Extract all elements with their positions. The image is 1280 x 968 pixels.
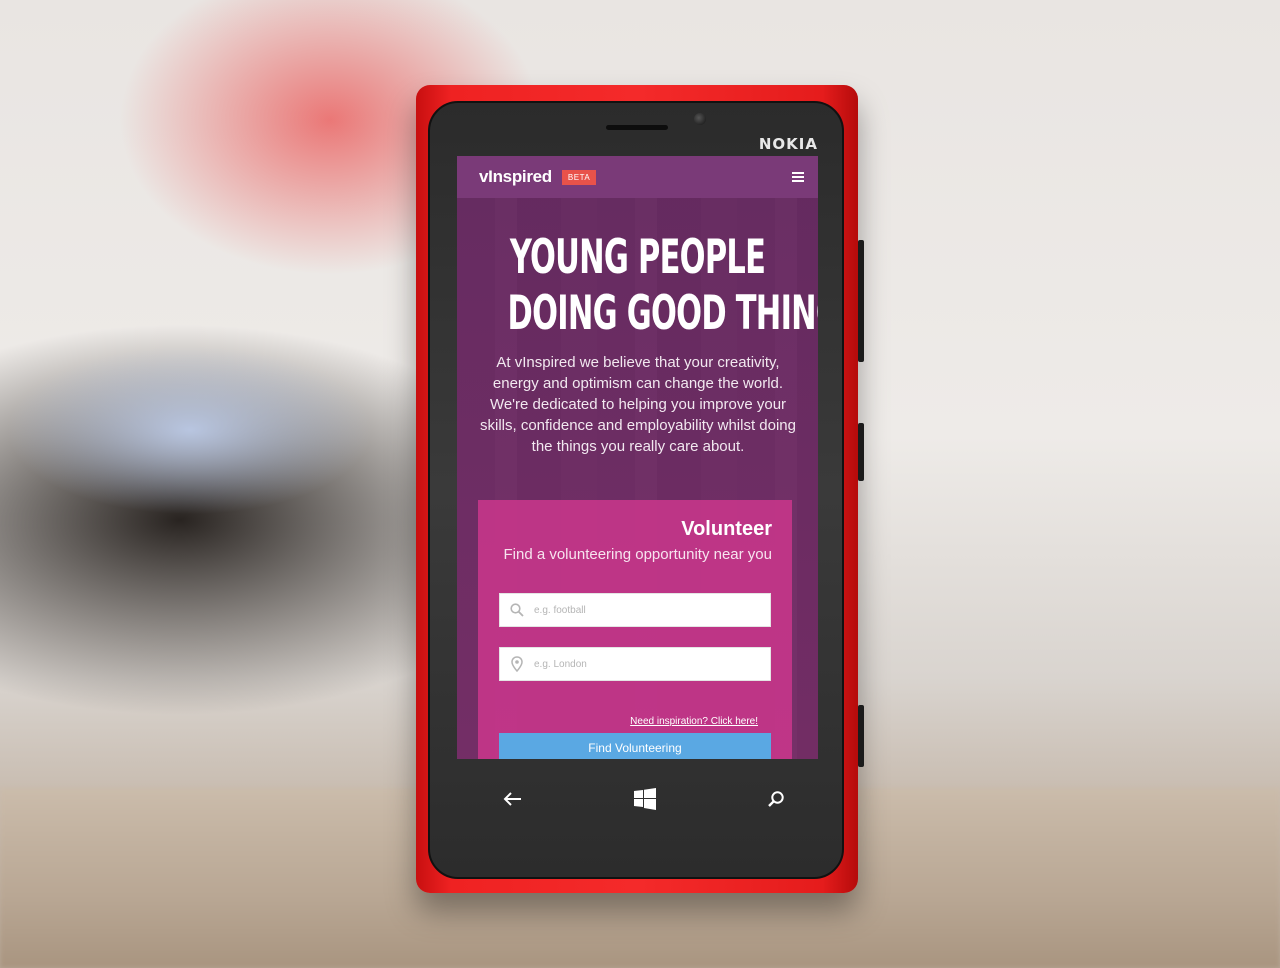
search-icon[interactable] (764, 787, 788, 811)
beta-badge: BETA (561, 169, 597, 185)
phone-navigation-bar (457, 769, 818, 829)
phone-bezel: NOKIA vInspired BETA YOUNG PEOPLE DOING … (428, 101, 844, 879)
site-header: vInspired BETA (457, 156, 818, 198)
activity-search-field[interactable] (499, 593, 771, 627)
volume-button (858, 240, 864, 362)
power-button (858, 423, 864, 481)
hero-title-line-1: YOUNG PEOPLE (509, 230, 766, 285)
hero-description: At vInspired we believe that your creati… (480, 354, 796, 455)
back-arrow-icon[interactable] (501, 787, 525, 811)
phone: NOKIA vInspired BETA YOUNG PEOPLE DOING … (416, 85, 864, 893)
find-volunteering-button[interactable]: Find Volunteering (499, 733, 771, 759)
camera-button (858, 705, 864, 767)
front-camera (694, 113, 706, 125)
location-search-field[interactable] (499, 647, 771, 681)
windows-logo-icon[interactable] (633, 787, 657, 811)
activity-search-input[interactable] (534, 604, 754, 616)
location-search-input[interactable] (534, 658, 754, 670)
need-inspiration-link[interactable]: Need inspiration? Click here! (630, 716, 758, 727)
hamburger-menu-icon[interactable] (792, 172, 804, 182)
volunteer-subtitle: Find a volunteering opportunity near you (503, 546, 772, 563)
volunteer-search-card: Volunteer Find a volunteering opportunit… (478, 500, 792, 759)
site-logo[interactable]: vInspired (479, 167, 552, 187)
volunteer-heading: Volunteer (681, 518, 772, 540)
search-icon (510, 602, 524, 618)
hero-title: YOUNG PEOPLE DOING GOOD THINGS (507, 230, 818, 342)
phone-brand: NOKIA (758, 135, 818, 153)
earpiece-speaker (606, 125, 668, 130)
phone-screen: vInspired BETA YOUNG PEOPLE DOING GOOD T… (457, 156, 818, 759)
hero-title-line-2: DOING GOOD THINGS (507, 286, 818, 341)
location-pin-icon (510, 656, 524, 672)
